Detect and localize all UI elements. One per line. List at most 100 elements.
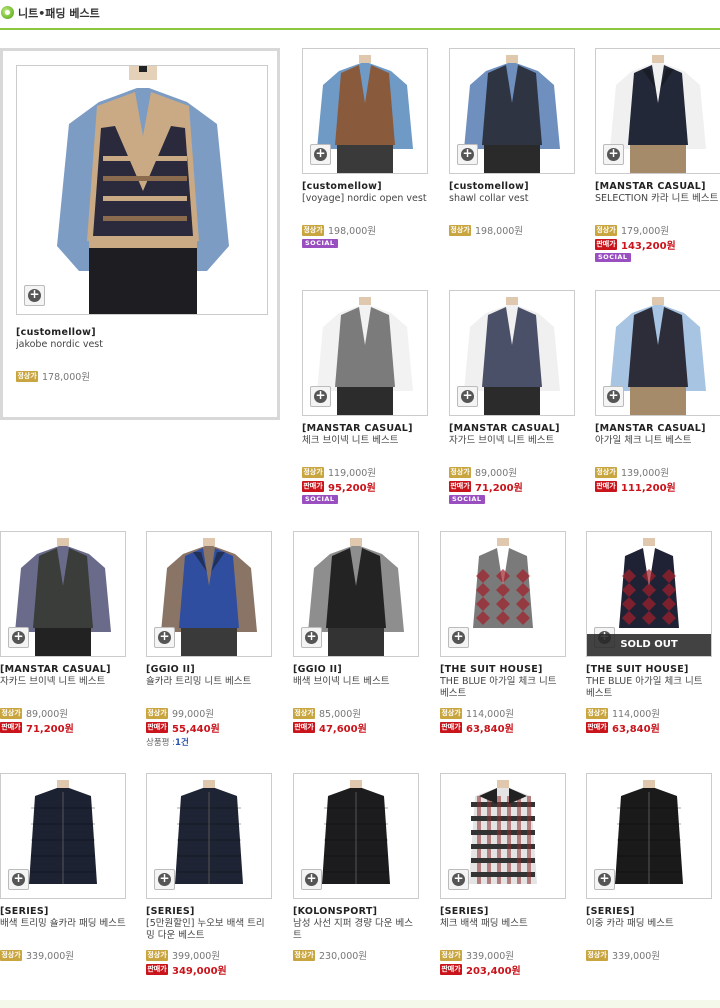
product-name[interactable]: [voyage] nordic open vest xyxy=(302,193,428,221)
product-name[interactable]: shawl collar vest xyxy=(449,193,575,221)
zoom-plus-icon[interactable] xyxy=(310,386,331,407)
product-image[interactable] xyxy=(302,290,428,416)
product-image[interactable] xyxy=(595,48,720,174)
product-card[interactable]: [MANSTAR CASUAL]자카드 브이넥 니트 베스트정상가 89,000원… xyxy=(0,531,126,735)
product-name[interactable]: [5만원할인] 누오보 배색 트리밍 다운 베스트 xyxy=(146,918,272,946)
product-card[interactable]: [SERIES][5만원할인] 누오보 배색 트리밍 다운 베스트정상가 399,… xyxy=(146,773,272,977)
product-name[interactable]: jakobe nordic vest xyxy=(16,339,268,367)
product-image[interactable]: SOLD OUT xyxy=(586,531,712,657)
product-name[interactable]: 아가일 체크 니트 베스트 xyxy=(595,435,720,463)
regular-price-badge: 정상가 xyxy=(293,949,315,961)
social-badge: SOCIAL xyxy=(595,253,631,262)
product-image[interactable] xyxy=(449,48,575,174)
product-brand[interactable]: [MANSTAR CASUAL] xyxy=(595,423,720,435)
product-card[interactable]: [MANSTAR CASUAL]자가드 브이넥 니트 베스트정상가 89,000원… xyxy=(449,290,575,504)
product-card[interactable]: [MANSTAR CASUAL]SELECTION 카라 니트 베스트정상가 17… xyxy=(595,48,720,262)
regular-price-badge: 정상가 xyxy=(449,466,471,478)
product-image[interactable] xyxy=(146,773,272,899)
product-card[interactable]: [SERIES]체크 배색 패딩 베스트정상가 339,000원판매가 203,40… xyxy=(440,773,566,977)
product-image[interactable] xyxy=(595,290,720,416)
product-card[interactable]: [customellow][voyage] nordic open vest 정상… xyxy=(302,48,428,248)
regular-price-badge: 정상가 xyxy=(440,949,462,961)
product-card[interactable]: [GGIO II]숄카라 트리밍 니트 베스트정상가 99,000원판매가 55,4… xyxy=(146,531,272,748)
product-name[interactable]: SELECTION 카라 니트 베스트 xyxy=(595,193,720,221)
product-card[interactable]: SOLD OUT [THE SUIT HOUSE]THE BLUE 아가일 체크 … xyxy=(586,531,712,735)
product-brand[interactable]: [GGIO II] xyxy=(293,664,419,676)
product-name[interactable]: 체크 배색 패딩 베스트 xyxy=(440,918,566,946)
product-name[interactable]: 배색 브이넥 니트 베스트 xyxy=(293,676,419,704)
product-brand[interactable]: [KOLONSPORT] xyxy=(293,906,419,918)
zoom-plus-icon[interactable] xyxy=(448,627,469,648)
product-image[interactable] xyxy=(449,290,575,416)
product-brand[interactable]: [customellow] xyxy=(449,181,575,193)
product-card[interactable]: [GGIO II]배색 브이넥 니트 베스트정상가 85,000원판매가 47,60… xyxy=(293,531,419,735)
zoom-plus-icon[interactable] xyxy=(154,869,175,890)
zoom-plus-icon[interactable] xyxy=(154,627,175,648)
product-card[interactable]: [KOLONSPORT]남성 사선 지퍼 경량 다운 베스트정상가 230,000… xyxy=(293,773,419,962)
product-name[interactable]: 체크 브이넥 니트 베스트 xyxy=(302,435,428,463)
zoom-plus-icon[interactable] xyxy=(24,285,45,306)
product-name[interactable]: THE BLUE 아가일 체크 니트 베스트 xyxy=(440,676,566,704)
product-image[interactable] xyxy=(0,773,126,899)
regular-price-badge: 정상가 xyxy=(586,949,608,961)
zoom-plus-icon[interactable] xyxy=(457,386,478,407)
product-name[interactable]: 자카드 브이넥 니트 베스트 xyxy=(0,676,126,704)
zoom-plus-icon[interactable] xyxy=(310,144,331,165)
product-card[interactable]: [SERIES]배색 트리밍 숄카라 패딩 베스트정상가 339,000원 xyxy=(0,773,126,962)
product-name[interactable]: 이중 카라 패딩 베스트 xyxy=(586,918,712,946)
product-card[interactable]: [MANSTAR CASUAL]아가일 체크 니트 베스트정상가 139,000원… xyxy=(595,290,720,494)
regular-price: 89,000원 xyxy=(475,468,517,479)
product-card[interactable]: [SERIES]이중 카라 패딩 베스트정상가 339,000원 xyxy=(586,773,712,962)
zoom-plus-icon[interactable] xyxy=(603,144,624,165)
product-name[interactable]: 숄카라 트리밍 니트 베스트 xyxy=(146,676,272,704)
regular-price-badge: 정상가 xyxy=(302,466,324,478)
product-brand[interactable]: [SERIES] xyxy=(0,906,126,918)
review-count[interactable]: 상품평 :1건 xyxy=(146,736,272,748)
product-image[interactable] xyxy=(0,531,126,657)
product-brand[interactable]: [customellow] xyxy=(16,327,268,339)
zoom-plus-icon[interactable] xyxy=(301,869,322,890)
product-image[interactable] xyxy=(146,531,272,657)
product-name[interactable]: 남성 사선 지퍼 경량 다운 베스트 xyxy=(293,918,419,946)
regular-price: 114,000원 xyxy=(612,709,661,720)
product-card[interactable]: [customellow]shawl collar vest 정상가 198,000… xyxy=(449,48,575,237)
regular-price: 230,000원 xyxy=(319,951,368,962)
product-brand[interactable]: [THE SUIT HOUSE] xyxy=(586,664,712,676)
product-image[interactable] xyxy=(440,531,566,657)
product-image[interactable] xyxy=(293,531,419,657)
zoom-plus-icon[interactable] xyxy=(457,144,478,165)
product-brand[interactable]: [SERIES] xyxy=(586,906,712,918)
product-brand[interactable]: [customellow] xyxy=(302,181,428,193)
featured-product-image[interactable] xyxy=(16,65,268,315)
zoom-plus-icon[interactable] xyxy=(301,627,322,648)
product-image[interactable] xyxy=(302,48,428,174)
zoom-plus-icon[interactable] xyxy=(8,869,29,890)
product-image[interactable] xyxy=(440,773,566,899)
product-brand[interactable]: [SERIES] xyxy=(440,906,566,918)
product-name[interactable]: 배색 트리밍 숄카라 패딩 베스트 xyxy=(0,918,126,946)
product-name[interactable]: THE BLUE 아가일 체크 니트 베스트 xyxy=(586,676,712,704)
product-brand[interactable]: [MANSTAR CASUAL] xyxy=(595,181,720,193)
zoom-plus-icon[interactable] xyxy=(594,869,615,890)
product-name[interactable]: 자가드 브이넥 니트 베스트 xyxy=(449,435,575,463)
sale-price: 111,200원 xyxy=(621,482,676,494)
product-image[interactable] xyxy=(586,773,712,899)
product-card[interactable]: [MANSTAR CASUAL]체크 브이넥 니트 베스트정상가 119,000원… xyxy=(302,290,428,504)
regular-price: 114,000원 xyxy=(466,709,515,720)
product-brand[interactable]: [SERIES] xyxy=(146,906,272,918)
sale-price-badge: 판매가 xyxy=(595,480,617,492)
featured-product[interactable]: [customellow] jakobe nordic vest 정상가 178… xyxy=(0,48,280,420)
product-brand[interactable]: [MANSTAR CASUAL] xyxy=(302,423,428,435)
product-brand[interactable]: [GGIO II] xyxy=(146,664,272,676)
product-card[interactable]: [THE SUIT HOUSE]THE BLUE 아가일 체크 니트 베스트정상… xyxy=(440,531,566,735)
product-brand[interactable]: [MANSTAR CASUAL] xyxy=(0,664,126,676)
product-brand[interactable]: [THE SUIT HOUSE] xyxy=(440,664,566,676)
zoom-plus-icon[interactable] xyxy=(448,869,469,890)
regular-price: 139,000원 xyxy=(621,468,670,479)
zoom-plus-icon[interactable] xyxy=(603,386,624,407)
product-brand[interactable]: [MANSTAR CASUAL] xyxy=(449,423,575,435)
zoom-plus-icon[interactable] xyxy=(8,627,29,648)
regular-price-badge: 정상가 xyxy=(440,707,462,719)
review-count-value[interactable]: 1건 xyxy=(175,738,189,748)
product-image[interactable] xyxy=(293,773,419,899)
